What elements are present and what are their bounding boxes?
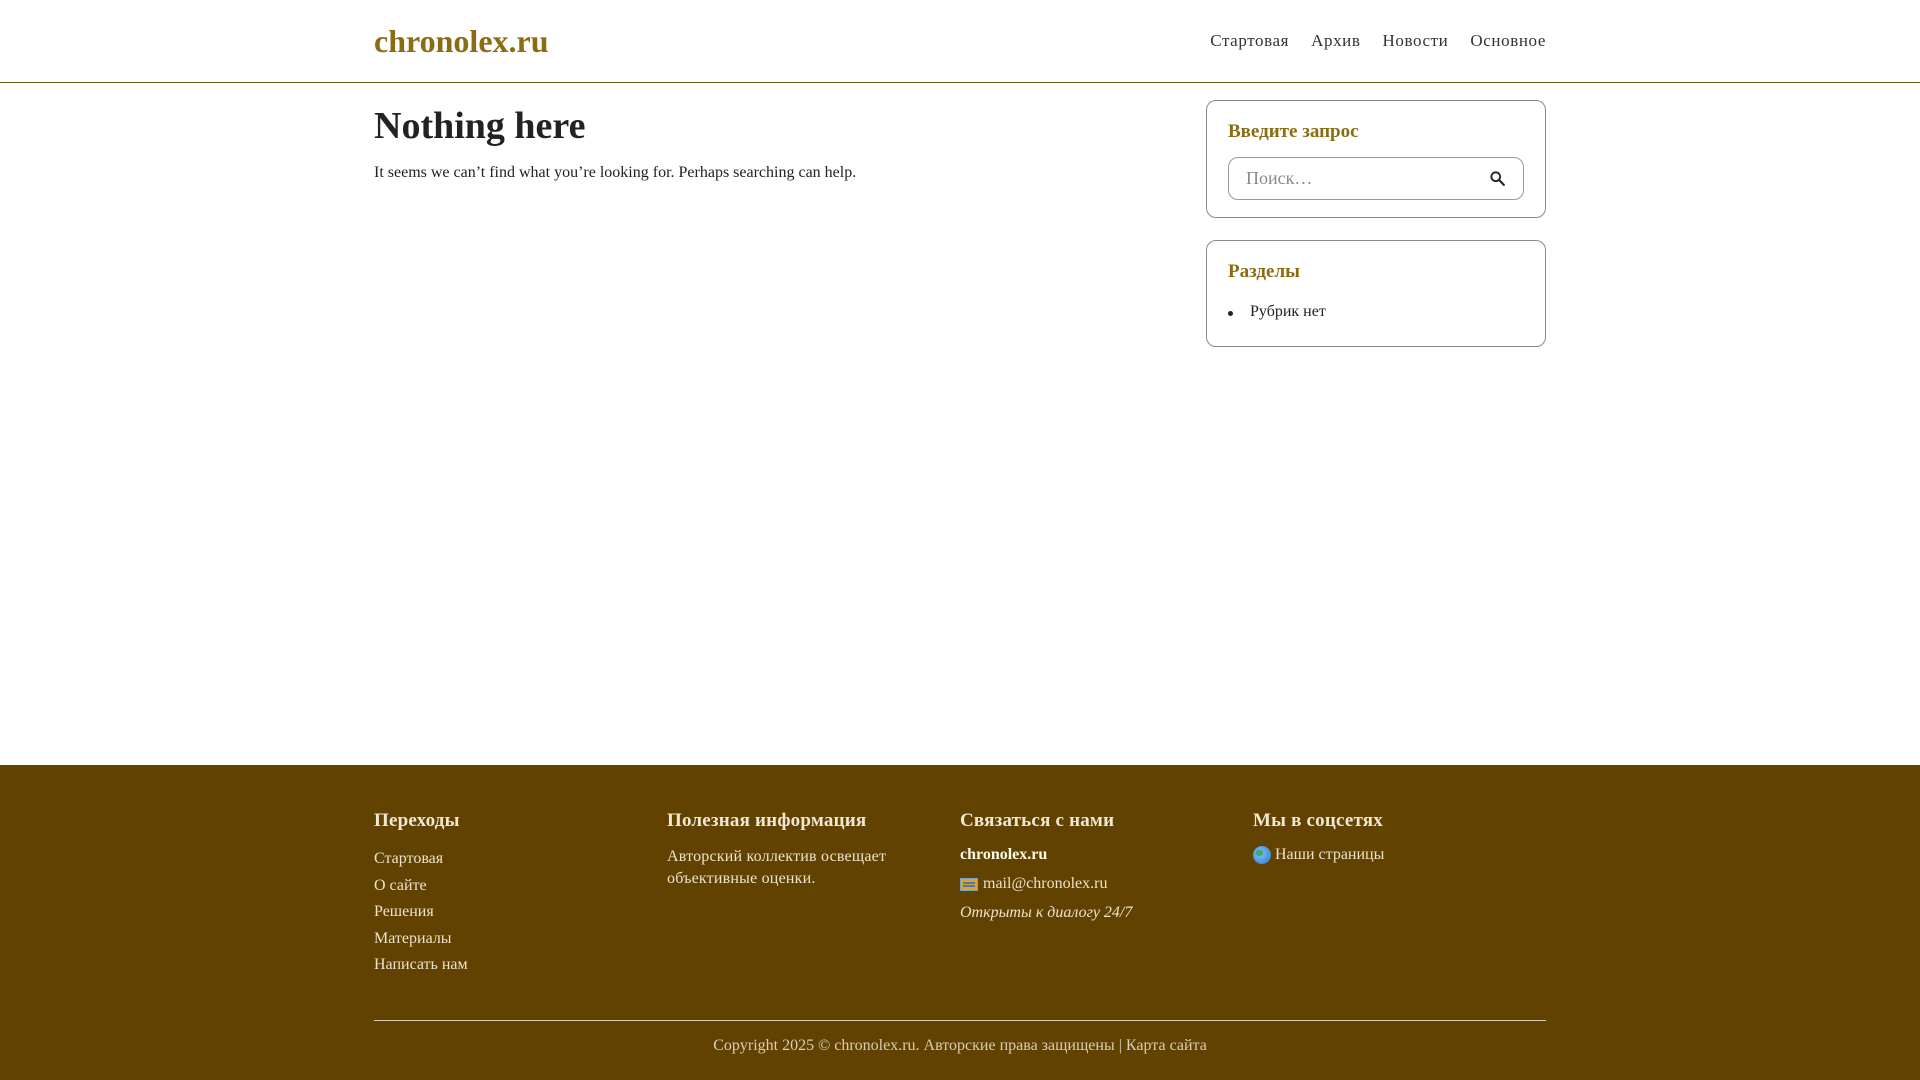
content-area: Nothing here It seems we can’t find what… bbox=[374, 83, 1546, 765]
footer-info-title: Полезная информация bbox=[667, 810, 867, 831]
categories-widget: Разделы Рубрик нет bbox=[1206, 240, 1546, 347]
footer-link-start[interactable]: Стартовая bbox=[374, 850, 443, 867]
globe-icon bbox=[1253, 846, 1271, 864]
nav-item-start[interactable]: Стартовая bbox=[1210, 31, 1289, 51]
footer-col-contact: Связаться с нами chronolex.ru mail@chron… bbox=[960, 810, 1253, 1020]
footer-link-materials[interactable]: Материалы bbox=[374, 930, 452, 947]
footer-col-info: Полезная информация Авторский коллектив … bbox=[667, 810, 960, 1020]
primary-content: Nothing here It seems we can’t find what… bbox=[374, 100, 1154, 765]
contact-brand: chronolex.ru bbox=[960, 846, 1048, 863]
footer-columns: Переходы Стартовая О сайте Решения Матер… bbox=[374, 810, 1546, 1020]
footer-link-contact[interactable]: Написать нам bbox=[374, 956, 468, 973]
mail-icon bbox=[960, 877, 978, 891]
not-found-message: It seems we can’t find what you’re looki… bbox=[374, 164, 857, 181]
sidebar: Введите запрос Разделы Рубрик нет bbox=[1206, 100, 1546, 765]
site-footer: Переходы Стартовая О сайте Решения Матер… bbox=[0, 765, 1920, 1080]
site-title-link[interactable]: chronolex.ru bbox=[374, 23, 549, 60]
main-nav: Стартовая Архив Новости Основное bbox=[1210, 31, 1546, 51]
categories-list: Рубрик нет bbox=[1228, 297, 1524, 329]
footer-col-links: Переходы Стартовая О сайте Решения Матер… bbox=[374, 810, 667, 1020]
social-line: Наши страницы bbox=[1253, 846, 1546, 864]
footer-links-title: Переходы bbox=[374, 810, 460, 831]
header-inner: chronolex.ru Стартовая Архив Новости Осн… bbox=[374, 0, 1546, 82]
category-item: Рубрик нет bbox=[1228, 303, 1524, 321]
nav-item-main[interactable]: Основное bbox=[1470, 31, 1546, 51]
copyright: Copyright 2025 © chronolex.ru. Авторские… bbox=[713, 1037, 1207, 1054]
search-widget-title: Введите запрос bbox=[1228, 121, 1359, 142]
search-button[interactable] bbox=[1487, 169, 1507, 189]
footer-links-list: Стартовая О сайте Решения Материалы Напи… bbox=[374, 846, 667, 979]
footer-link-about[interactable]: О сайте bbox=[374, 877, 427, 894]
nav-item-archive[interactable]: Архив bbox=[1311, 31, 1360, 51]
social-pages-link[interactable]: Наши страницы bbox=[1275, 846, 1384, 864]
footer-contact-title: Связаться с нами bbox=[960, 810, 1115, 831]
footer-inner: Переходы Стартовая О сайте Решения Матер… bbox=[374, 765, 1546, 1055]
site-header: chronolex.ru Стартовая Архив Новости Осн… bbox=[0, 0, 1920, 83]
contact-email-line: mail@chronolex.ru bbox=[960, 875, 1253, 893]
categories-widget-title: Разделы bbox=[1228, 261, 1300, 282]
page-title: Nothing here bbox=[374, 105, 586, 147]
nav-item-news[interactable]: Новости bbox=[1383, 31, 1449, 51]
search-box bbox=[1228, 157, 1524, 200]
search-icon bbox=[1489, 171, 1505, 186]
contact-hours: Открыты к диалогу 24/7 bbox=[960, 904, 1133, 921]
footer-col-social: Мы в соцсетях Наши страницы bbox=[1253, 810, 1546, 1020]
search-input[interactable] bbox=[1246, 168, 1466, 189]
footer-link-solutions[interactable]: Решения bbox=[374, 903, 434, 920]
contact-email-link[interactable]: mail@chronolex.ru bbox=[983, 875, 1107, 893]
footer-info-text: Авторский коллектив освещает объективные… bbox=[667, 848, 887, 887]
footer-social-title: Мы в соцсетях bbox=[1253, 810, 1383, 831]
search-widget: Введите запрос bbox=[1206, 100, 1546, 218]
